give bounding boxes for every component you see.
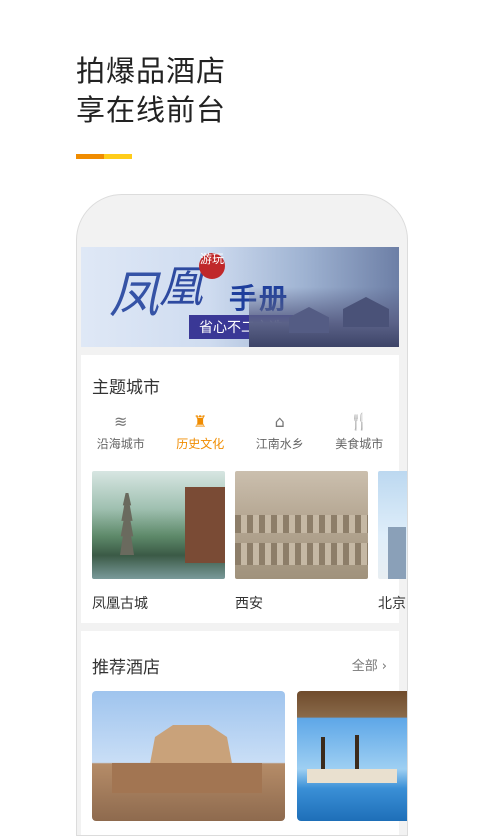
theme-cities-title: 主题城市 bbox=[92, 378, 160, 398]
city-card-beijing[interactable]: 北京 bbox=[378, 471, 407, 613]
headline: 拍爆品酒店 享在线前台 bbox=[76, 52, 226, 130]
view-all-label: 全部 bbox=[351, 659, 378, 674]
building-shape bbox=[388, 527, 406, 579]
city-card-fenghuang[interactable]: 凤凰古城 bbox=[92, 471, 225, 613]
tab-label: 美食城市 bbox=[335, 437, 384, 451]
phone-frame: 凤 凰 游玩 手册 省心不二之选 主题城市 ≋ 沿海城市 ♜ 历史文化 ⌂ 江南… bbox=[76, 194, 408, 836]
hotel-list bbox=[92, 691, 407, 821]
tab-label: 沿海城市 bbox=[96, 437, 145, 451]
coast-icon: ≋ bbox=[114, 412, 128, 431]
terracotta-row bbox=[235, 543, 368, 565]
theme-tabs: ≋ 沿海城市 ♜ 历史文化 ⌂ 江南水乡 🍴 美食城市 bbox=[81, 411, 399, 452]
pagoda-shape bbox=[120, 493, 134, 555]
tab-history-culture[interactable]: ♜ 历史文化 bbox=[161, 411, 241, 452]
accent-bar-yellow bbox=[104, 154, 132, 159]
promo-banner[interactable]: 凤 凰 游玩 手册 省心不二之选 bbox=[81, 247, 399, 347]
city-name: 北京 bbox=[378, 596, 406, 612]
hotel-building-shape bbox=[112, 763, 262, 793]
food-icon: 🍴 bbox=[349, 412, 370, 431]
city-name: 西安 bbox=[235, 596, 263, 612]
view-all-link[interactable]: 全部 › bbox=[352, 655, 387, 674]
recommended-hotels-card: 推荐酒店 全部 › bbox=[81, 631, 407, 835]
banner-seal: 游玩 bbox=[199, 253, 225, 279]
banner-char-huang: 凰 bbox=[159, 262, 203, 313]
city-image-xian bbox=[235, 471, 368, 579]
water-town-icon: ⌂ bbox=[274, 412, 285, 431]
tab-food-cities[interactable]: 🍴 美食城市 bbox=[320, 411, 400, 452]
tab-water-towns[interactable]: ⌂ 江南水乡 bbox=[240, 411, 320, 452]
accent-bar-orange bbox=[76, 154, 104, 159]
stilt-houses-shape bbox=[185, 487, 225, 563]
city-card-xian[interactable]: 西安 bbox=[235, 471, 368, 613]
theme-cities-card: 主题城市 ≋ 沿海城市 ♜ 历史文化 ⌂ 江南水乡 🍴 美食城市 凤凰古城 西安… bbox=[81, 355, 407, 623]
tab-label: 历史文化 bbox=[176, 437, 225, 451]
city-list: 凤凰古城 西安 北京 bbox=[92, 471, 407, 613]
recommended-hotels-title: 推荐酒店 bbox=[92, 658, 160, 678]
pool-pavilion-shape bbox=[307, 769, 397, 783]
terracotta-row bbox=[235, 515, 368, 533]
city-image-beijing bbox=[378, 471, 407, 579]
tab-coastal-cities[interactable]: ≋ 沿海城市 bbox=[81, 411, 161, 452]
accent-bar bbox=[76, 154, 132, 159]
banner-char-feng: 凤 bbox=[109, 266, 159, 324]
hotel-card[interactable] bbox=[297, 691, 407, 821]
headline-line-2: 享在线前台 bbox=[76, 93, 227, 127]
city-image-fenghuang bbox=[92, 471, 225, 579]
hotel-card[interactable] bbox=[92, 691, 285, 821]
history-icon: ♜ bbox=[193, 412, 208, 431]
chevron-right-icon: › bbox=[381, 659, 387, 674]
banner-town-illustration bbox=[249, 287, 399, 347]
headline-line-1: 拍爆品酒店 bbox=[76, 54, 227, 88]
tab-label: 江南水乡 bbox=[255, 437, 304, 451]
city-name: 凤凰古城 bbox=[92, 596, 148, 612]
